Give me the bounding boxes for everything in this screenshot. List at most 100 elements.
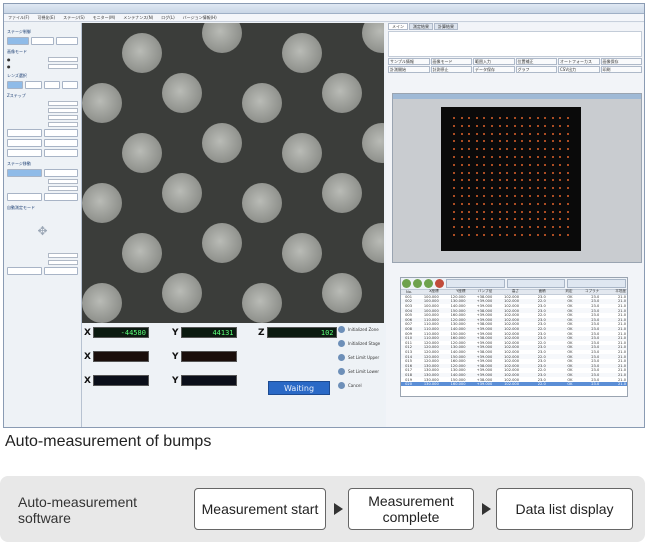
z-step-field[interactable] xyxy=(48,115,78,120)
up-icon[interactable] xyxy=(413,279,422,288)
step-field[interactable] xyxy=(48,260,78,265)
tab-calculation[interactable]: 計算結果 xyxy=(434,23,458,30)
set-limit-upper-button[interactable]: Set Limit Upper xyxy=(338,354,380,361)
table-row[interactable]: 016 130.000 120.000 +38.000 102.000 23.0 OK 23.… xyxy=(401,363,627,369)
table-row[interactable]: 006 110.000 120.000 +39.000 102.000 23.0 OK 23.… xyxy=(401,317,627,323)
toolbar-button[interactable]: 印刷 xyxy=(600,66,642,73)
set-limit-lower-button[interactable]: Set Limit Lower xyxy=(338,368,380,375)
z-step-field[interactable] xyxy=(48,122,78,127)
stage-button[interactable] xyxy=(31,37,54,45)
tab-main[interactable]: メイン xyxy=(388,23,408,30)
action-button[interactable] xyxy=(7,139,42,147)
toolbar-button[interactable]: オートフォーカス xyxy=(558,58,600,65)
toolbar-button[interactable]: サンプル情報 xyxy=(388,58,430,65)
table-row[interactable]: 015 120.000 160.000 +39.000 102.000 23.0 OK 23.… xyxy=(401,359,627,364)
cancel-button[interactable]: Cancel xyxy=(338,382,380,389)
menu-item[interactable]: メンテナンス(N) xyxy=(123,15,153,21)
lens-button[interactable] xyxy=(25,81,42,89)
toolbar-button[interactable]: 画像モード xyxy=(430,58,472,65)
step-field[interactable] xyxy=(48,253,78,258)
add-icon[interactable] xyxy=(402,279,411,288)
bump-map-plot[interactable] xyxy=(441,107,581,251)
column-header[interactable]: X座標 xyxy=(413,289,440,294)
tab-measurement[interactable]: 測定結果 xyxy=(409,23,433,30)
toolbar-button[interactable]: 画像保存 xyxy=(600,58,642,65)
column-header[interactable]: No. xyxy=(401,290,413,294)
z-step-field[interactable] xyxy=(48,108,78,113)
stage-button[interactable] xyxy=(7,37,30,45)
table-row[interactable]: 014 120.000 150.000 +39.000 102.000 22.0 OK 23.… xyxy=(401,354,627,359)
column-header[interactable]: 平坦度 xyxy=(600,289,627,294)
toolbar-button[interactable]: 位置補正 xyxy=(515,58,557,65)
toolbar-button[interactable]: グラフ xyxy=(515,66,557,73)
table-row[interactable]: 013 120.000 140.000 +38.000 102.000 23.0 OK 23.… xyxy=(401,350,627,355)
table-row[interactable]: 001 100.000 120.000 +38.000 102.000 23.0 OK 23.… xyxy=(401,295,627,300)
toolbar-button[interactable]: 範囲入力 xyxy=(473,58,515,65)
table-row[interactable]: 017 130.000 130.000 +39.000 102.000 22.0 OK 23.… xyxy=(401,368,627,373)
toolbar-button[interactable]: 計測停止 xyxy=(430,66,472,73)
toolbar-button[interactable]: CSV出力 xyxy=(558,66,600,73)
direction-pad-icon[interactable]: ✥ xyxy=(7,211,78,251)
menu-item[interactable]: モニター(M) xyxy=(93,15,116,21)
table-row[interactable]: 007 110.000 130.000 +38.000 102.000 23.0 OK 23.… xyxy=(401,322,627,327)
initialize-stage-button[interactable]: Initialized Stage xyxy=(338,340,380,347)
down-icon[interactable] xyxy=(424,279,433,288)
column-header[interactable]: バンプ径 xyxy=(467,289,494,294)
mode-field[interactable] xyxy=(48,64,78,69)
down-button[interactable] xyxy=(43,193,78,201)
table-row[interactable]: 002 100.000 130.000 +39.000 102.000 22.0 OK 23.… xyxy=(401,299,627,304)
menu-item[interactable]: ログ(L) xyxy=(161,15,174,21)
table-row[interactable]: 011 120.000 120.000 +39.000 102.000 22.0 OK 23.… xyxy=(401,341,627,346)
table-cell: +38.000 xyxy=(476,350,493,355)
table-row[interactable]: 004 100.000 150.000 +38.000 102.000 23.0 OK 23.… xyxy=(401,308,627,313)
action-button[interactable] xyxy=(7,149,42,157)
radio-option[interactable]: ● xyxy=(7,57,11,62)
column-header[interactable]: 面積 xyxy=(520,289,547,294)
table-row[interactable]: 012 120.000 130.000 +39.000 102.000 23.0 OK 23.… xyxy=(401,345,627,350)
table-action-button[interactable] xyxy=(506,279,566,288)
column-header[interactable]: Y座標 xyxy=(440,289,467,294)
menu-item[interactable]: ステージ(S) xyxy=(63,15,85,21)
lens-button[interactable] xyxy=(61,81,78,89)
table-row[interactable]: 020 130.000 160.000 +39.000 102.000 22.0 OK 23.… xyxy=(401,381,627,387)
column-header[interactable]: コプラナ xyxy=(574,289,601,294)
table-row[interactable]: 008 110.000 140.000 +39.000 102.000 22.0 OK 23.… xyxy=(401,326,627,332)
action-button[interactable] xyxy=(43,129,78,137)
move-up-button[interactable] xyxy=(7,169,42,177)
column-header[interactable]: 判定 xyxy=(547,289,574,294)
radio-option[interactable]: ● xyxy=(7,64,11,69)
menu-item[interactable]: バージョン情報(H) xyxy=(183,15,217,21)
menu-item[interactable]: 可視化(E) xyxy=(37,15,55,21)
table-row[interactable]: 019 130.000 150.000 +38.000 102.000 23.0 OK 23.… xyxy=(401,377,627,382)
delete-icon[interactable] xyxy=(435,279,444,288)
z-step-field[interactable] xyxy=(48,101,78,106)
speed-field[interactable] xyxy=(48,179,78,184)
menu-item[interactable]: ファイル(F) xyxy=(8,15,29,21)
table-row[interactable]: 005 100.000 160.000 +39.000 102.000 22.0 OK 23.… xyxy=(401,313,627,318)
move-down-button[interactable] xyxy=(43,169,78,177)
action-button[interactable] xyxy=(43,139,78,147)
table-row[interactable]: 009 110.000 150.000 +39.000 102.000 23.0 OK 23.… xyxy=(401,331,627,336)
initialize-zone-button[interactable]: Initialized Zone xyxy=(338,326,380,333)
table-row[interactable]: 010 110.000 160.000 +38.000 102.000 23.0 OK 23.… xyxy=(401,335,627,341)
table-row[interactable]: 018 130.000 140.000 +39.000 102.000 23.0 OK 23.… xyxy=(401,372,627,378)
action-button[interactable] xyxy=(43,149,78,157)
action-button[interactable] xyxy=(7,129,42,137)
action-button[interactable] xyxy=(43,267,78,275)
table-action-button[interactable] xyxy=(567,279,627,288)
camera-image-view[interactable] xyxy=(82,23,384,323)
toolbar-button[interactable]: 計測開始 xyxy=(388,66,430,73)
up-button[interactable] xyxy=(7,193,42,201)
toolbar-button[interactable]: データ保存 xyxy=(473,66,515,73)
lens-button[interactable] xyxy=(7,81,24,89)
column-header[interactable]: 高さ xyxy=(493,289,520,294)
table-row[interactable]: 003 100.000 140.000 +39.000 102.000 23.0 OK 23.… xyxy=(401,304,627,309)
table-cell: 002 xyxy=(405,299,412,304)
speed-field[interactable] xyxy=(48,186,78,191)
stage-button[interactable] xyxy=(55,37,78,45)
action-button[interactable] xyxy=(7,267,42,275)
table-cell: 130.000 xyxy=(450,322,466,327)
mode-field[interactable] xyxy=(48,57,78,62)
lens-button[interactable] xyxy=(43,81,60,89)
table-action-button[interactable] xyxy=(446,279,505,288)
